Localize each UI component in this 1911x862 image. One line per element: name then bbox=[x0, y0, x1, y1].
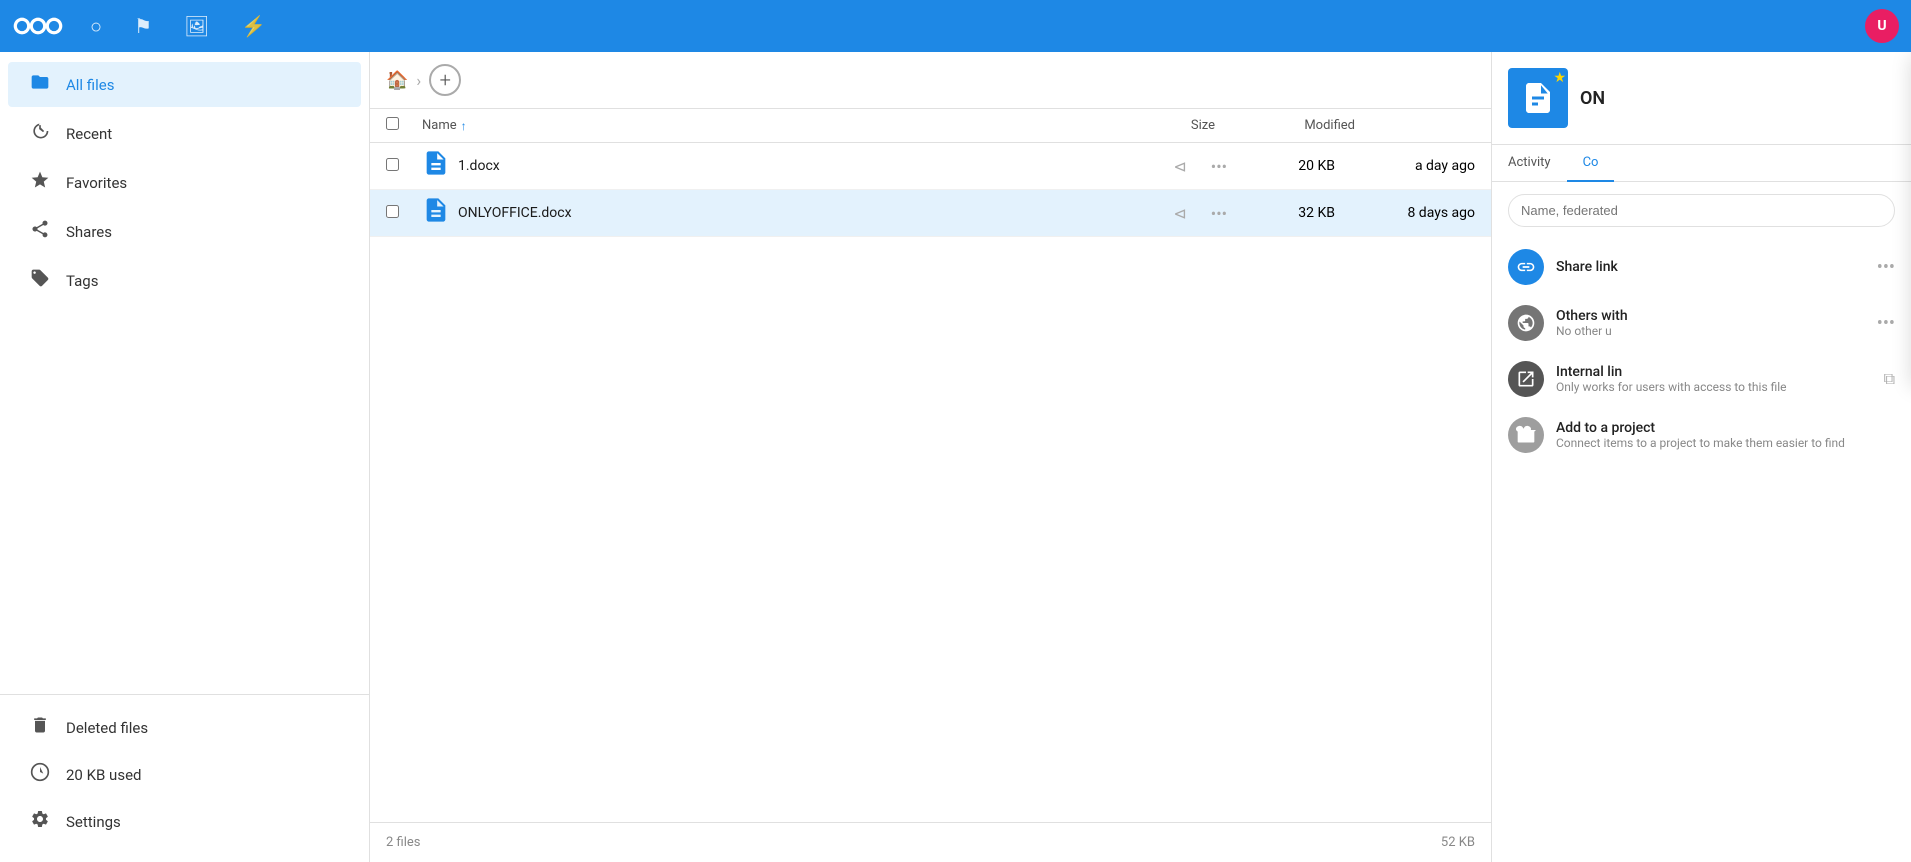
file-1-more-button[interactable]: ••• bbox=[1203, 153, 1235, 180]
modified-column-label: Modified bbox=[1215, 118, 1355, 133]
file-doc-icon bbox=[422, 196, 450, 230]
sidebar-item-all-files-label: All files bbox=[66, 76, 114, 94]
image-icon[interactable]: 🖼 bbox=[178, 8, 215, 44]
share-link-item[interactable]: Share link ••• bbox=[1492, 239, 1911, 295]
share-link-icon bbox=[1508, 249, 1544, 285]
lightning-icon[interactable]: ⚡ bbox=[235, 8, 272, 44]
others-icon bbox=[1508, 305, 1544, 341]
internal-link-copy-button[interactable]: ⧉ bbox=[1884, 369, 1895, 389]
sidebar-item-deleted-label: Deleted files bbox=[66, 719, 148, 737]
others-more-button[interactable]: ••• bbox=[1877, 313, 1895, 334]
internal-link-title: Internal lin bbox=[1556, 364, 1872, 380]
project-icon bbox=[1508, 417, 1544, 453]
flag-icon[interactable]: ⚑ bbox=[128, 8, 158, 44]
avatar[interactable]: U bbox=[1865, 9, 1899, 43]
tab-activity[interactable]: Activity bbox=[1492, 145, 1567, 182]
file-onlyoffice-name: ONLYOFFICE.docx bbox=[458, 205, 1165, 221]
breadcrumb-separator: › bbox=[416, 71, 421, 90]
settings-icon bbox=[28, 809, 52, 834]
breadcrumb: 🏠 › + bbox=[370, 52, 1491, 109]
circle-icon[interactable]: ○ bbox=[84, 8, 108, 45]
sidebar-item-settings-label: Settings bbox=[66, 813, 121, 831]
file-onlyoffice-share-button[interactable]: ⊲ bbox=[1165, 200, 1194, 227]
sidebar-item-recent-label: Recent bbox=[66, 125, 112, 143]
file-1-checkbox[interactable] bbox=[386, 158, 399, 171]
right-panel-wrapper: ★ ON Activity Co bbox=[1491, 52, 1911, 862]
panel-file-icon: ★ bbox=[1508, 68, 1568, 128]
file-1-size: 20 KB bbox=[1235, 158, 1335, 174]
sidebar-item-favorites-label: Favorites bbox=[66, 174, 127, 192]
sidebar-item-storage-label: 20 KB used bbox=[66, 766, 141, 784]
file-1-name: 1.docx bbox=[458, 158, 1165, 174]
size-column-label: Size bbox=[1115, 118, 1215, 133]
name-column-label: Name bbox=[422, 118, 457, 133]
share-link-more-button[interactable]: ••• bbox=[1877, 257, 1895, 278]
internal-link-icon bbox=[1508, 361, 1544, 397]
table-row[interactable]: ONLYOFFICE.docx ⊲ ••• 32 KB 8 days ago bbox=[370, 190, 1491, 237]
recent-icon bbox=[28, 121, 52, 146]
trash-icon bbox=[28, 715, 52, 740]
file-onlyoffice-modified: 8 days ago bbox=[1335, 205, 1475, 221]
panel-filename: ON bbox=[1580, 88, 1605, 109]
content-area: 🏠 › + Name ↑ Size Modified bbox=[370, 52, 1491, 862]
file-onlyoffice-size: 32 KB bbox=[1235, 205, 1335, 221]
topbar: ○ ⚑ 🖼 ⚡ U bbox=[0, 0, 1911, 52]
sidebar-item-tags-label: Tags bbox=[66, 272, 98, 290]
share-icon bbox=[28, 219, 52, 244]
logo[interactable] bbox=[12, 10, 64, 42]
name-sort-button[interactable]: Name ↑ bbox=[422, 118, 1115, 133]
home-button[interactable]: 🏠 bbox=[386, 70, 408, 91]
share-link-title: Share link bbox=[1556, 259, 1865, 275]
share-search-row bbox=[1492, 182, 1911, 239]
sidebar-item-settings[interactable]: Settings bbox=[8, 799, 361, 844]
main-layout: All files Recent Favorites Shares Tags bbox=[0, 52, 1911, 862]
star-icon: ★ bbox=[1553, 70, 1566, 86]
others-with-item[interactable]: Others with No other u ••• bbox=[1492, 295, 1911, 351]
file-table: 1.docx ⊲ ••• 20 KB a day ago ONLYOFFICE.… bbox=[370, 143, 1491, 822]
file-onlyoffice-more-button[interactable]: ••• bbox=[1203, 200, 1235, 227]
sidebar-item-storage[interactable]: 20 KB used bbox=[8, 752, 361, 797]
file-table-footer: 2 files 52 KB bbox=[370, 822, 1491, 862]
sidebar-item-shares[interactable]: Shares bbox=[8, 209, 361, 254]
storage-icon bbox=[28, 762, 52, 787]
file-doc-icon bbox=[422, 149, 450, 183]
select-all-checkbox[interactable] bbox=[386, 117, 399, 130]
file-1-modified: a day ago bbox=[1335, 158, 1475, 174]
star-icon bbox=[28, 170, 52, 195]
right-panel-header: ★ ON bbox=[1492, 52, 1911, 145]
file-1-share-button[interactable]: ⊲ bbox=[1165, 153, 1194, 180]
new-file-button[interactable]: + bbox=[429, 64, 461, 96]
tag-icon bbox=[28, 268, 52, 293]
sidebar-item-recent[interactable]: Recent bbox=[8, 111, 361, 156]
table-row[interactable]: 1.docx ⊲ ••• 20 KB a day ago bbox=[370, 143, 1491, 190]
file-count: 2 files bbox=[386, 835, 421, 850]
internal-link-subtitle: Only works for users with access to this… bbox=[1556, 380, 1872, 394]
add-to-project-item[interactable]: Add to a project Connect items to a proj… bbox=[1492, 407, 1911, 463]
sidebar-item-tags[interactable]: Tags bbox=[8, 258, 361, 303]
folder-icon bbox=[28, 72, 52, 97]
sidebar-item-shares-label: Shares bbox=[66, 223, 112, 241]
internal-link-item[interactable]: Internal lin Only works for users with a… bbox=[1492, 351, 1911, 407]
add-to-project-subtitle: Connect items to a project to make them … bbox=[1556, 436, 1895, 450]
tab-collabora[interactable]: Co bbox=[1567, 145, 1615, 182]
sidebar-item-deleted-files[interactable]: Deleted files bbox=[8, 705, 361, 750]
total-size: 52 KB bbox=[1441, 835, 1475, 850]
sidebar-item-favorites[interactable]: Favorites bbox=[8, 160, 361, 205]
others-subtitle: No other u bbox=[1556, 324, 1865, 338]
right-panel: ★ ON Activity Co bbox=[1491, 52, 1911, 862]
panel-tabs: Activity Co bbox=[1492, 145, 1911, 182]
others-title: Others with bbox=[1556, 308, 1865, 324]
file-onlyoffice-checkbox[interactable] bbox=[386, 205, 399, 218]
add-to-project-title: Add to a project bbox=[1556, 420, 1895, 436]
sort-arrow-icon: ↑ bbox=[461, 119, 467, 133]
file-table-header: Name ↑ Size Modified bbox=[370, 109, 1491, 143]
share-search-input[interactable] bbox=[1508, 194, 1895, 227]
sidebar-item-all-files[interactable]: All files bbox=[8, 62, 361, 107]
sidebar-bottom: Deleted files 20 KB used Settings bbox=[0, 694, 369, 862]
sidebar: All files Recent Favorites Shares Tags bbox=[0, 52, 370, 862]
